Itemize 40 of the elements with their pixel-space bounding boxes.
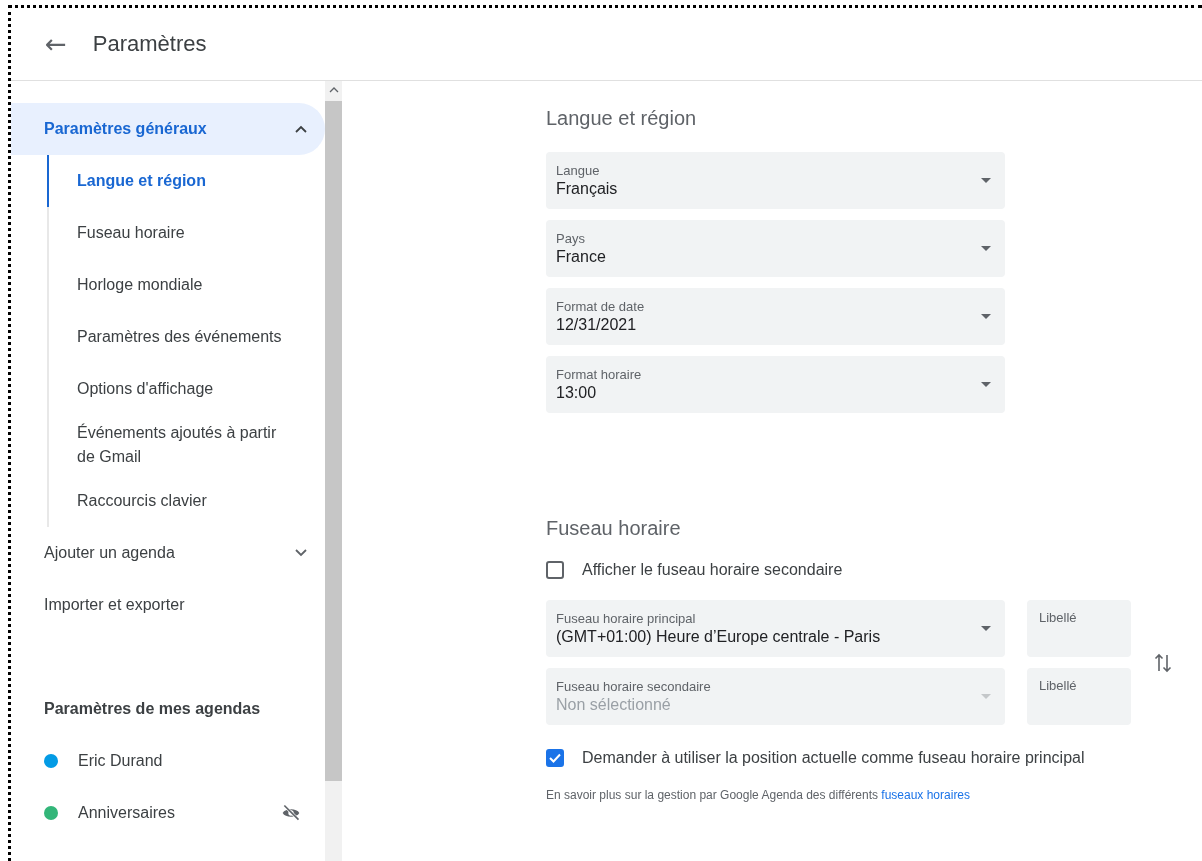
section-title: Langue et région xyxy=(546,107,698,130)
page-title: Paramètres xyxy=(92,31,207,57)
sidebar-subitem[interactable]: Options d'affichage xyxy=(47,363,325,415)
checkbox[interactable] xyxy=(546,749,564,767)
dropdown-field[interactable]: Format de date 12/31/2021 xyxy=(546,288,1005,345)
sidebar-subitem[interactable]: Horloge mondiale xyxy=(47,259,325,311)
checkbox-label: Demander à utiliser la position actuelle comme fuseau horaire principal xyxy=(582,749,1085,767)
section-heading: Paramètres de mes agendas xyxy=(44,699,262,719)
checkbox[interactable] xyxy=(546,561,564,579)
calendar-name[interactable]: Eric Durand xyxy=(78,752,301,770)
help-link[interactable]: fuseaux horaires xyxy=(881,788,971,802)
swap-icon[interactable] xyxy=(1153,651,1173,675)
section-title: Fuseau horaire xyxy=(546,517,682,540)
scroll-up-icon[interactable] xyxy=(328,87,339,93)
sidebar-item[interactable]: Paramètres généraux xyxy=(11,103,325,155)
scrollbar-thumb[interactable] xyxy=(325,101,342,781)
input-field[interactable]: Libellé xyxy=(1027,600,1131,657)
calendar-name[interactable]: Anniversaires xyxy=(78,804,261,822)
dropdown-field[interactable]: Langue Français xyxy=(546,152,1005,209)
sidebar-subitem[interactable]: Raccourcis clavier xyxy=(47,475,325,527)
sidebar-subitem[interactable]: Paramètres des événements xyxy=(47,311,325,363)
dropdown-field[interactable]: Pays France xyxy=(546,220,1005,277)
caret-icon xyxy=(981,382,991,387)
dropdown-field[interactable]: Fuseau horaire principal (GMT+01:00) Heure d’Europe centrale - Paris xyxy=(546,600,1005,657)
chevron-icon xyxy=(295,549,307,557)
sidebar-item[interactable]: Ajouter un agenda xyxy=(11,527,325,579)
chevron-icon xyxy=(295,125,307,133)
caret-icon xyxy=(981,246,991,251)
caret-icon xyxy=(981,178,991,183)
eye-off-icon[interactable] xyxy=(281,803,301,823)
help-text: En savoir plus sur la gestion par Google Agenda des différents fuseaux horaires xyxy=(546,788,972,802)
sidebar-item[interactable]: Importer et exporter xyxy=(11,579,325,631)
dropdown-field[interactable]: Format horaire 13:00 xyxy=(546,356,1005,413)
sidebar-subitem[interactable]: Fuseau horaire xyxy=(47,207,325,259)
sidebar-subitem[interactable]: Événements ajoutés à partir de Gmail xyxy=(47,415,325,475)
caret-icon xyxy=(981,694,991,699)
back-button[interactable]: ← xyxy=(41,29,71,59)
caret-icon xyxy=(981,626,991,631)
checkbox-label: Afficher le fuseau horaire secondaire xyxy=(582,561,843,579)
caret-icon xyxy=(981,314,991,319)
